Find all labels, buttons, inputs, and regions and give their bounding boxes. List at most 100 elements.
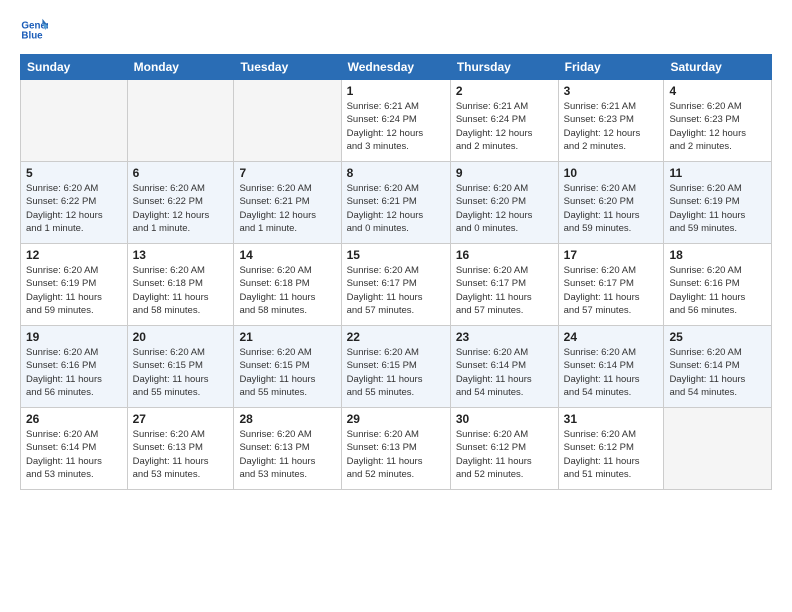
day-info: Sunrise: 6:20 AM Sunset: 6:15 PM Dayligh…: [133, 346, 229, 399]
day-number: 6: [133, 166, 229, 180]
calendar-day-cell: 15 Sunrise: 6:20 AM Sunset: 6:17 PM Dayli…: [341, 244, 450, 326]
day-number: 22: [347, 330, 445, 344]
day-number: 28: [239, 412, 335, 426]
day-number: 2: [456, 84, 553, 98]
calendar-day-cell: 28 Sunrise: 6:20 AM Sunset: 6:13 PM Dayli…: [234, 408, 341, 490]
day-info: Sunrise: 6:20 AM Sunset: 6:17 PM Dayligh…: [347, 264, 445, 317]
day-number: 15: [347, 248, 445, 262]
calendar-day-cell: 5 Sunrise: 6:20 AM Sunset: 6:22 PM Daylig…: [21, 162, 128, 244]
day-info: Sunrise: 6:20 AM Sunset: 6:14 PM Dayligh…: [669, 346, 766, 399]
svg-text:Blue: Blue: [21, 30, 43, 41]
calendar-day-cell: 9Sunrise: 6:20 AM Sunset: 6:20 PM Daylig…: [450, 162, 558, 244]
calendar-day-header: Thursday: [450, 55, 558, 80]
day-number: 20: [133, 330, 229, 344]
day-number: 9: [456, 166, 553, 180]
calendar-week-row: 1Sunrise: 6:21 AM Sunset: 6:24 PM Daylig…: [21, 80, 772, 162]
day-info: Sunrise: 6:20 AM Sunset: 6:12 PM Dayligh…: [564, 428, 659, 481]
calendar-day-header: Tuesday: [234, 55, 341, 80]
calendar-day-cell: 3 Sunrise: 6:21 AM Sunset: 6:23 PM Daylig…: [558, 80, 664, 162]
calendar-day-cell: 27 Sunrise: 6:20 AM Sunset: 6:13 PM Dayli…: [127, 408, 234, 490]
day-number: 25: [669, 330, 766, 344]
day-info: Sunrise: 6:20 AM Sunset: 6:19 PM Dayligh…: [669, 182, 766, 235]
day-info: Sunrise: 6:20 AM Sunset: 6:15 PM Dayligh…: [347, 346, 445, 399]
day-number: 4: [669, 84, 766, 98]
calendar-day-cell: [234, 80, 341, 162]
day-number: 16: [456, 248, 553, 262]
calendar-day-cell: 23 Sunrise: 6:20 AM Sunset: 6:14 PM Dayli…: [450, 326, 558, 408]
day-number: 29: [347, 412, 445, 426]
day-number: 19: [26, 330, 122, 344]
calendar-day-cell: 25 Sunrise: 6:20 AM Sunset: 6:14 PM Dayli…: [664, 326, 772, 408]
day-info: Sunrise: 6:21 AM Sunset: 6:23 PM Dayligh…: [564, 100, 659, 153]
calendar-day-cell: 31 Sunrise: 6:20 AM Sunset: 6:12 PM Dayli…: [558, 408, 664, 490]
calendar-day-cell: [127, 80, 234, 162]
day-info: Sunrise: 6:20 AM Sunset: 6:22 PM Dayligh…: [133, 182, 229, 235]
day-info: Sunrise: 6:20 AM Sunset: 6:23 PM Dayligh…: [669, 100, 766, 153]
day-number: 13: [133, 248, 229, 262]
day-number: 14: [239, 248, 335, 262]
day-number: 31: [564, 412, 659, 426]
calendar-day-cell: 12 Sunrise: 6:20 AM Sunset: 6:19 PM Dayli…: [21, 244, 128, 326]
day-info: Sunrise: 6:21 AM Sunset: 6:24 PM Dayligh…: [347, 100, 445, 153]
day-info: Sunrise: 6:20 AM Sunset: 6:17 PM Dayligh…: [564, 264, 659, 317]
calendar-week-row: 26Sunrise: 6:20 AM Sunset: 6:14 PM Dayli…: [21, 408, 772, 490]
calendar-header-row: SundayMondayTuesdayWednesdayThursdayFrid…: [21, 55, 772, 80]
calendar-day-cell: 18Sunrise: 6:20 AM Sunset: 6:16 PM Dayli…: [664, 244, 772, 326]
day-info: Sunrise: 6:20 AM Sunset: 6:14 PM Dayligh…: [26, 428, 122, 481]
calendar-week-row: 5 Sunrise: 6:20 AM Sunset: 6:22 PM Daylig…: [21, 162, 772, 244]
calendar-day-cell: 17 Sunrise: 6:20 AM Sunset: 6:17 PM Dayli…: [558, 244, 664, 326]
calendar-day-header: Sunday: [21, 55, 128, 80]
logo-icon: General Blue: [20, 16, 48, 44]
calendar-day-cell: 21 Sunrise: 6:20 AM Sunset: 6:15 PM Dayli…: [234, 326, 341, 408]
calendar-day-header: Monday: [127, 55, 234, 80]
day-info: Sunrise: 6:20 AM Sunset: 6:19 PM Dayligh…: [26, 264, 122, 317]
day-info: Sunrise: 6:20 AM Sunset: 6:21 PM Dayligh…: [347, 182, 445, 235]
day-number: 30: [456, 412, 553, 426]
calendar-body: 1Sunrise: 6:21 AM Sunset: 6:24 PM Daylig…: [21, 80, 772, 490]
day-info: Sunrise: 6:20 AM Sunset: 6:12 PM Dayligh…: [456, 428, 553, 481]
day-number: 11: [669, 166, 766, 180]
day-number: 12: [26, 248, 122, 262]
calendar-day-header: Wednesday: [341, 55, 450, 80]
day-info: Sunrise: 6:20 AM Sunset: 6:18 PM Dayligh…: [239, 264, 335, 317]
day-number: 24: [564, 330, 659, 344]
day-info: Sunrise: 6:20 AM Sunset: 6:13 PM Dayligh…: [347, 428, 445, 481]
day-number: 3: [564, 84, 659, 98]
day-info: Sunrise: 6:20 AM Sunset: 6:22 PM Dayligh…: [26, 182, 122, 235]
calendar-day-cell: 11 Sunrise: 6:20 AM Sunset: 6:19 PM Dayli…: [664, 162, 772, 244]
day-info: Sunrise: 6:20 AM Sunset: 6:21 PM Dayligh…: [239, 182, 335, 235]
calendar-day-cell: 26Sunrise: 6:20 AM Sunset: 6:14 PM Dayli…: [21, 408, 128, 490]
calendar-day-cell: 29 Sunrise: 6:20 AM Sunset: 6:13 PM Dayli…: [341, 408, 450, 490]
calendar-day-cell: 14 Sunrise: 6:20 AM Sunset: 6:18 PM Dayli…: [234, 244, 341, 326]
calendar-day-cell: 4 Sunrise: 6:20 AM Sunset: 6:23 PM Daylig…: [664, 80, 772, 162]
logo: General Blue: [20, 16, 50, 44]
day-info: Sunrise: 6:20 AM Sunset: 6:18 PM Dayligh…: [133, 264, 229, 317]
calendar-day-header: Friday: [558, 55, 664, 80]
day-number: 23: [456, 330, 553, 344]
calendar-day-header: Saturday: [664, 55, 772, 80]
day-number: 8: [347, 166, 445, 180]
day-info: Sunrise: 6:20 AM Sunset: 6:14 PM Dayligh…: [456, 346, 553, 399]
day-number: 21: [239, 330, 335, 344]
day-info: Sunrise: 6:20 AM Sunset: 6:15 PM Dayligh…: [239, 346, 335, 399]
calendar-day-cell: 30 Sunrise: 6:20 AM Sunset: 6:12 PM Dayli…: [450, 408, 558, 490]
day-info: Sunrise: 6:20 AM Sunset: 6:20 PM Dayligh…: [564, 182, 659, 235]
day-number: 18: [669, 248, 766, 262]
calendar-day-cell: [664, 408, 772, 490]
calendar-day-cell: 10 Sunrise: 6:20 AM Sunset: 6:20 PM Dayli…: [558, 162, 664, 244]
calendar-day-cell: [21, 80, 128, 162]
day-number: 7: [239, 166, 335, 180]
day-info: Sunrise: 6:21 AM Sunset: 6:24 PM Dayligh…: [456, 100, 553, 153]
day-info: Sunrise: 6:20 AM Sunset: 6:13 PM Dayligh…: [133, 428, 229, 481]
calendar-day-cell: 13 Sunrise: 6:20 AM Sunset: 6:18 PM Dayli…: [127, 244, 234, 326]
day-number: 27: [133, 412, 229, 426]
day-number: 17: [564, 248, 659, 262]
calendar-day-cell: 2 Sunrise: 6:21 AM Sunset: 6:24 PM Daylig…: [450, 80, 558, 162]
day-info: Sunrise: 6:20 AM Sunset: 6:14 PM Dayligh…: [564, 346, 659, 399]
day-info: Sunrise: 6:20 AM Sunset: 6:13 PM Dayligh…: [239, 428, 335, 481]
calendar-day-cell: 20 Sunrise: 6:20 AM Sunset: 6:15 PM Dayli…: [127, 326, 234, 408]
calendar-day-cell: 7 Sunrise: 6:20 AM Sunset: 6:21 PM Daylig…: [234, 162, 341, 244]
calendar-week-row: 12 Sunrise: 6:20 AM Sunset: 6:19 PM Dayli…: [21, 244, 772, 326]
day-number: 5: [26, 166, 122, 180]
day-number: 10: [564, 166, 659, 180]
